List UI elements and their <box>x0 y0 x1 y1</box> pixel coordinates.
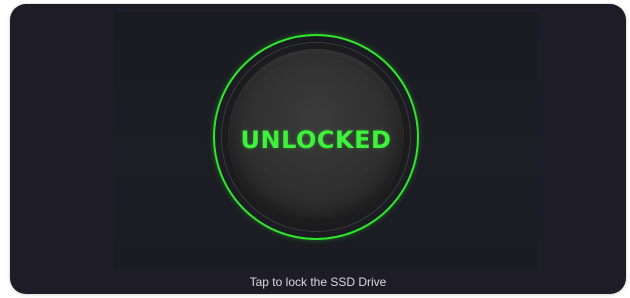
lock-panel: UNLOCKED Tap to lock the SSD Drive <box>10 4 626 294</box>
lock-hint-text: Tap to lock the SSD Drive <box>249 275 387 289</box>
lock-toggle-button[interactable]: UNLOCKED <box>228 49 404 225</box>
lock-status-label: UNLOCKED <box>240 126 392 154</box>
